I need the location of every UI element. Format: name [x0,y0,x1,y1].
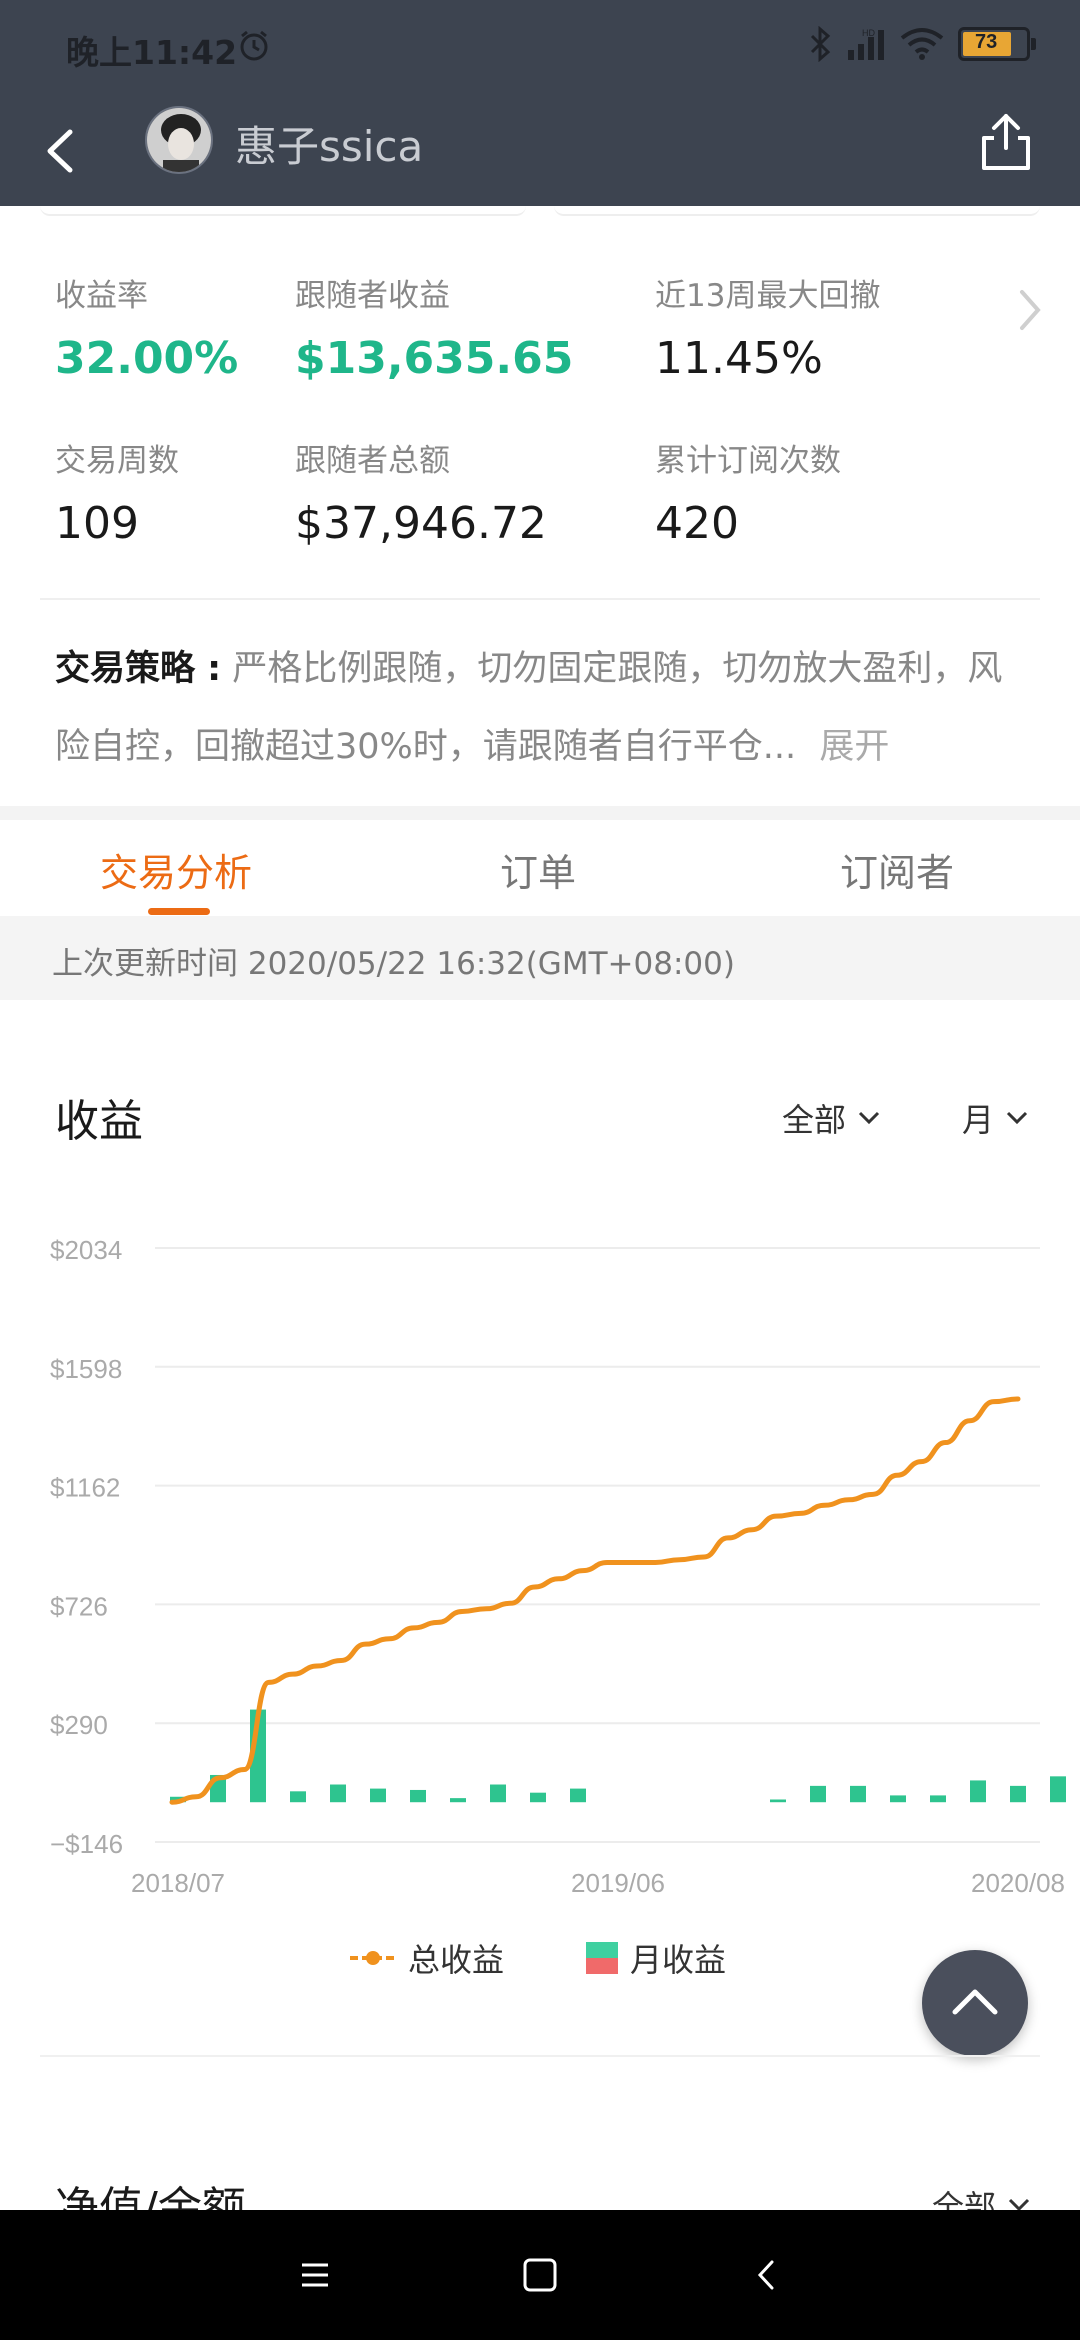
stat-follower-total: 跟随者总额 $37,946.72 [295,435,547,549]
stat-label: 跟随者总额 [295,443,450,479]
y-tick-label: −$146 [50,1829,123,1859]
scope-dropdown[interactable]: 全部 [782,1095,880,1141]
battery-icon: 73 [958,27,1036,61]
y-tick-label: $1162 [50,1473,120,1503]
y-tick-label: $726 [50,1591,108,1621]
last-update-text: 上次更新时间 2020/05/22 16:32(GMT+08:00) [52,946,735,982]
alarm-icon [240,30,268,61]
monthly-bar [770,1799,786,1803]
stat-label: 近13周最大回撤 [655,278,881,314]
legend-item-monthly[interactable]: 月收益 [586,1935,726,1981]
stat-return-rate: 收益率 32.00% [55,270,238,384]
monthly-bar [1010,1785,1026,1803]
tab-bar: 交易分析 订单 订阅者 [0,820,1080,916]
tab-trade-analysis[interactable]: 交易分析 [100,842,252,897]
monthly-bar [970,1780,986,1803]
share-icon[interactable] [972,108,1040,176]
stat-label: 累计订阅次数 [655,443,841,479]
stat-subscriptions: 累计订阅次数 420 [655,435,841,549]
legend-label: 月收益 [630,1941,727,1979]
stat-value: $37,946.72 [295,498,547,549]
y-tick-label: $2034 [50,1235,122,1265]
monthly-bar [890,1795,906,1803]
stat-follower-profit: 跟随者收益 $13,635.65 [295,270,573,384]
monthly-bar [290,1791,306,1803]
x-tick-label: 2018/07 [131,1868,225,1898]
chevron-down-icon [858,1111,880,1125]
monthly-bar [410,1789,426,1803]
top-nav-bar: 惠子ssica [0,96,1080,206]
y-tick-label: $1598 [50,1354,122,1384]
system-icons: HD 73 [808,26,1036,62]
chevron-down-icon [1006,1111,1028,1125]
stat-label: 交易周数 [55,443,179,479]
battery-level: 73 [975,31,998,53]
x-tick-label: 2020/08 [971,1868,1065,1898]
avatar-image [147,108,211,172]
monthly-bar [370,1788,386,1803]
back-arrow-icon[interactable] [30,114,100,188]
section-gap [0,806,1080,820]
active-tab-indicator [148,908,210,915]
stat-label: 跟随者收益 [295,278,450,314]
monthly-bar [810,1785,826,1803]
home-icon[interactable] [515,2250,565,2300]
total-profit-line [169,1396,1021,1805]
chart-legend: 总收益 月收益 [0,1935,1080,1985]
monthly-bar [850,1785,866,1803]
line-marker-icon [350,1951,396,1965]
legend-item-total[interactable]: 总收益 [350,1935,504,1981]
monthly-bar [450,1798,466,1803]
monthly-bar [330,1784,346,1803]
monthly-bar [490,1784,506,1803]
monthly-bar [1050,1776,1066,1803]
last-update-banner: 上次更新时间 2020/05/22 16:32(GMT+08:00) [0,916,1080,1000]
svg-text:HD: HD [862,28,875,38]
stat-value: 11.45% [655,333,823,384]
stat-label: 收益率 [55,278,148,314]
menu-icon[interactable] [290,2250,340,2300]
profit-section-title: 收益 [55,1096,143,1147]
monthly-bar [570,1788,586,1803]
divider [40,2055,1040,2057]
x-tick-label: 2019/06 [571,1868,665,1898]
bar-marker-icon [586,1942,618,1974]
period-dropdown-label: 月 [962,1101,995,1139]
divider [40,598,1040,600]
wifi-icon [900,28,944,60]
stat-value: $13,635.65 [295,333,574,384]
strategy-text: 交易策略 : 严格比例跟随，切勿固定跟随，切勿放大盈利，风险自控，回撤超过30%… [55,630,1035,786]
tab-orders[interactable]: 订单 [500,842,576,897]
back-icon[interactable] [742,2250,792,2300]
bluetooth-icon [810,26,831,62]
chevron-up-icon [952,1989,998,2015]
stat-value: 109 [55,498,139,549]
monthly-bar [930,1795,946,1803]
card-edges [40,206,1040,218]
signal-icon: HD [848,28,884,60]
profit-chart: $2034 $1598 $1162 $726 $290 −$146 2018/07 2019/… [50,1235,1066,1898]
stat-value: 420 [655,498,739,549]
system-nav-bar [0,2210,1080,2340]
scroll-top-button[interactable] [922,1950,1028,2056]
monthly-bar [530,1792,546,1803]
stat-value: 32.00% [55,333,239,384]
status-time: 晚上11:42 [66,33,238,72]
period-dropdown[interactable]: 月 [962,1095,1028,1141]
status-bar: 晚上11:42 HD 73 [0,0,1080,96]
scope-dropdown-label: 全部 [782,1101,847,1139]
page-title: 惠子ssica [235,122,424,171]
stat-trade-weeks: 交易周数 109 [55,435,179,549]
strategy-heading: 交易策略 : [55,649,222,689]
legend-label: 总收益 [408,1941,505,1979]
avatar[interactable] [145,106,213,174]
expand-link[interactable]: 展开 [819,727,889,767]
stat-max-drawdown: 近13周最大回撤 11.45% [655,270,880,384]
chevron-right-icon[interactable] [1010,280,1050,340]
tab-subscribers[interactable]: 订阅者 [840,842,954,897]
y-tick-label: $290 [50,1710,108,1740]
